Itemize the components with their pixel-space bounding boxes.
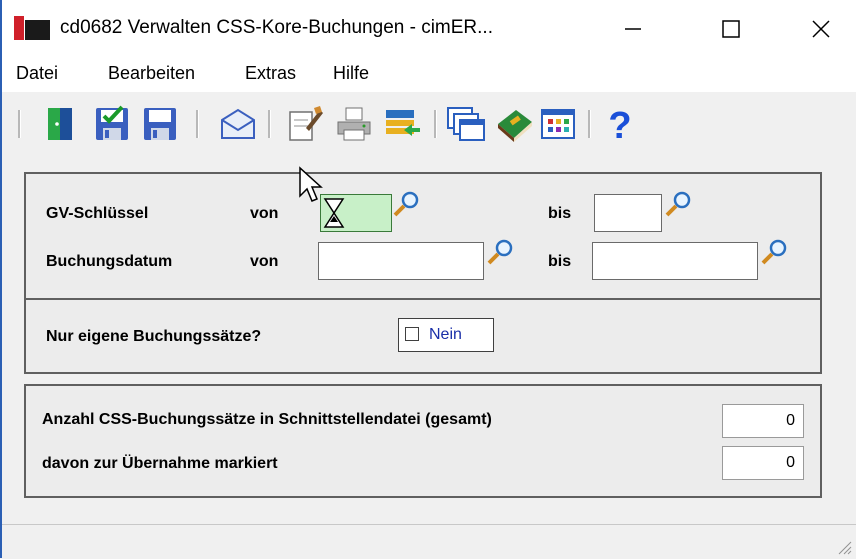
book-icon[interactable] (494, 104, 534, 144)
save-icon[interactable] (140, 104, 180, 144)
mail-icon[interactable] (218, 104, 258, 144)
window-left-border (0, 0, 2, 558)
menu-extras[interactable]: Extras (245, 63, 296, 84)
app-icon (14, 16, 50, 40)
menu-bearbeiten[interactable]: Bearbeiten (108, 63, 195, 84)
grid-icon[interactable] (538, 104, 578, 144)
gv-key-label: GV-Schlüssel (46, 205, 149, 222)
toolbar-separator (18, 110, 21, 138)
toolbar-separator (434, 110, 437, 138)
date-von-search-icon[interactable] (486, 238, 514, 266)
marked-count-label: davon zur Übernahme markiert (42, 455, 278, 472)
list-import-icon[interactable] (382, 104, 422, 144)
minimize-button[interactable] (610, 6, 656, 52)
date-bis-search-icon[interactable] (760, 238, 788, 266)
own-bookings-panel: Nur eigene Buchungssätze? Nein (24, 298, 822, 374)
maximize-icon (722, 20, 740, 38)
own-bookings-checkbox-label: Nein (429, 326, 462, 343)
close-icon (812, 20, 830, 38)
date-von-label: von (250, 253, 279, 270)
date-bis-input[interactable] (592, 242, 758, 280)
marked-count-value: 0 (722, 446, 804, 480)
window-title: cd0682 Verwalten CSS-Kore-Buchungen - ci… (60, 17, 493, 38)
save-checked-icon[interactable] (92, 104, 132, 144)
close-button[interactable] (798, 6, 844, 52)
gv-bis-search-icon[interactable] (664, 190, 692, 218)
windows-icon[interactable] (446, 104, 486, 144)
application-window: cd0682 Verwalten CSS-Kore-Buchungen - ci… (0, 0, 856, 559)
menu-datei[interactable]: Datei (16, 63, 58, 84)
total-count-label: Anzahl CSS-Buchungssätze in Schnittstell… (42, 411, 492, 428)
filter-panel: GV-Schlüssel von bis Buchungsdatum von b… (24, 172, 822, 300)
mouse-pointer-icon (299, 166, 323, 202)
help-icon[interactable]: ? (600, 104, 640, 144)
hourglass-cursor-icon (323, 198, 345, 228)
gv-bis-label: bis (548, 205, 572, 222)
total-count-value: 0 (722, 404, 804, 438)
own-bookings-checkbox-field[interactable]: Nein (398, 318, 494, 352)
toolbar-separator (196, 110, 199, 138)
toolbar-separator (268, 110, 271, 138)
toolbar-separator (588, 110, 591, 138)
maximize-button[interactable] (708, 6, 754, 52)
gv-von-search-icon[interactable] (392, 190, 420, 218)
title-bar[interactable]: cd0682 Verwalten CSS-Kore-Buchungen - ci… (0, 0, 856, 58)
date-von-input[interactable] (318, 242, 484, 280)
own-bookings-question: Nur eigene Buchungssätze? (46, 328, 262, 345)
resize-grip-icon[interactable] (836, 539, 852, 555)
own-bookings-checkbox[interactable] (405, 327, 419, 341)
print-icon[interactable] (334, 104, 374, 144)
toolbar: ? (0, 92, 856, 162)
menu-bar: Datei Bearbeiten Extras Hilfe (0, 58, 856, 92)
statistics-panel: Anzahl CSS-Buchungssätze in Schnittstell… (24, 384, 822, 498)
edit-icon[interactable] (284, 104, 324, 144)
gv-von-input[interactable] (320, 194, 392, 232)
minimize-icon (625, 28, 641, 30)
svg-text:?: ? (608, 105, 631, 144)
booking-date-label: Buchungsdatum (46, 253, 173, 270)
exit-door-icon[interactable] (40, 104, 80, 144)
gv-von-label: von (250, 205, 279, 222)
gv-bis-input[interactable] (594, 194, 662, 232)
date-bis-label: bis (548, 253, 572, 270)
status-bar (0, 524, 856, 559)
menu-hilfe[interactable]: Hilfe (333, 63, 369, 84)
